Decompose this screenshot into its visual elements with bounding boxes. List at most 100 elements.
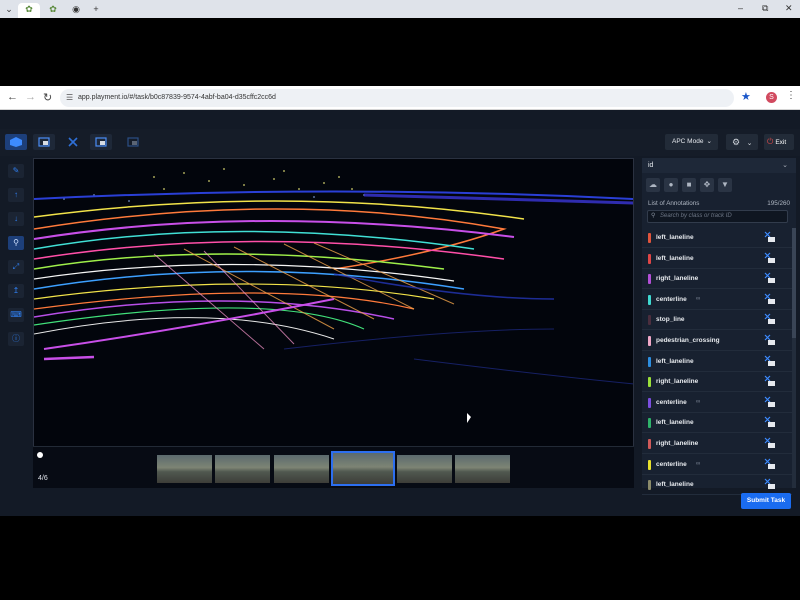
camera-thumbnail-selected[interactable] [331,451,395,486]
camera-thumbnail[interactable] [274,455,329,483]
pencil-tool-button[interactable]: ✎ [8,164,24,178]
annotation-label: left_laneline [656,357,694,365]
annotation-list-scrollbar[interactable] [792,228,796,488]
annotation-label: centerline [656,398,687,406]
track-2d-icon[interactable] [764,334,775,346]
annotation-search-input[interactable]: ⚲ Search by class or track ID [647,210,788,223]
annotation-list-item[interactable]: pedestrian_crossing [642,331,792,351]
search-placeholder: Search by class or track ID [660,213,732,219]
annotation-label: right_laneline [656,378,699,386]
tab-3-globe-icon[interactable]: ◉ [70,3,82,16]
app-root: APC Mode ⌄ ⚙ ⌄ ⏻ Exit ✎ ↑ ↓ ⚲ ⤢ ↥ ⌨ ⓘ 4/… [0,86,800,516]
tab-list-chevron-icon[interactable]: ⌄ [4,3,14,16]
annotation-label: left_laneline [656,234,694,241]
restore-icon[interactable]: ⧉ [762,3,768,14]
info-button[interactable]: ⓘ [8,332,24,346]
raise-tool-button[interactable]: ↥ [8,284,24,298]
track-2d-icon[interactable] [764,355,775,367]
close-window-icon[interactable]: ✕ [785,3,793,14]
power-icon: ⏻ [767,137,774,146]
filter-toolbar: ☁ ● ■ ✥ ▼ [642,174,796,198]
keyboard-icon: ⌨ [10,310,22,319]
move-up-tool-button[interactable]: ↑ [8,188,24,202]
class-color-swatch [648,233,651,243]
track-2d-icon[interactable] [764,458,775,470]
track-2d-icon[interactable] [764,437,775,449]
attribute-select[interactable]: id ⌄ [642,158,796,173]
track-2d-icon[interactable] [764,272,775,284]
track-2d-icon[interactable] [764,313,775,325]
annotation-label: left_laneline [656,481,694,489]
class-color-swatch [648,459,651,470]
track-2d-icon[interactable] [764,293,775,305]
settings-button[interactable]: ⚙ ⌄ [726,134,758,150]
camera-thumbnail[interactable] [455,455,510,483]
chevron-down-icon: ⌄ [782,162,788,169]
annotation-label: centerline [656,460,687,468]
minimize-icon[interactable]: – [738,3,743,13]
view-grid-button[interactable] [90,134,112,150]
pencil-icon: ✎ [12,166,20,175]
hide-icon[interactable]: ● [664,178,678,192]
track-2d-icon[interactable] [764,396,775,408]
camera-thumbnail[interactable] [157,455,212,483]
move-icon[interactable]: ✥ [700,178,714,192]
track-2d-icon[interactable] [764,231,775,243]
annotation-list-item[interactable]: centerline ∞ [642,290,792,310]
class-color-swatch [648,377,651,388]
annotation-list-item[interactable]: right_laneline [642,372,792,393]
view-alt-button[interactable] [122,134,144,150]
cloud-icon[interactable]: ☁ [646,178,660,192]
zoom-tool-button[interactable]: ⚲ [8,236,24,250]
view-2d-button[interactable] [33,134,55,150]
annotation-list-item[interactable]: stop_line [642,310,792,331]
annotation-list-item[interactable]: left_laneline [642,413,792,434]
new-tab-button[interactable]: + [90,3,102,16]
point-cloud-canvas[interactable] [33,158,634,488]
annotation-label: left_laneline [656,254,694,262]
annotation-list-item[interactable]: left_laneline [642,249,792,269]
annotation-label: stop_line [656,316,685,324]
square-icon[interactable]: ■ [682,178,696,192]
camera-thumbnail[interactable] [215,455,270,483]
track-2d-icon[interactable] [764,375,775,387]
annotation-label: centerline [656,295,687,303]
zoom-icon: ⚲ [13,238,19,247]
class-color-swatch [648,397,651,408]
class-color-swatch [648,315,651,326]
track-2d-icon[interactable] [764,252,775,264]
class-color-swatch [648,336,651,346]
annotation-label: pedestrian_crossing [656,337,720,344]
upload-icon: ↥ [12,286,20,295]
list-title: List of Annotations [648,200,700,207]
exit-label: Exit [775,139,787,146]
move-down-tool-button[interactable]: ↓ [8,212,24,226]
annotation-list-item[interactable]: right_laneline [642,269,792,290]
browser-tab-bar: ⌄ ✿ ✿ ◉ + – ⧉ ✕ [0,0,800,18]
lane-annotation-scene [34,168,633,385]
tab-2-favicon-icon[interactable]: ✿ [48,3,58,16]
gear-icon: ⚙ [732,137,741,147]
scrollbar-thumb[interactable] [792,228,796,338]
class-color-swatch [648,439,651,449]
annotation-list-item[interactable]: centerline ∞ [642,455,792,475]
close-view-button[interactable] [62,134,84,150]
chevron-down-icon: ⌄ [746,140,753,147]
fit-view-button[interactable]: ⤢ [8,260,24,274]
annotation-list-item[interactable]: centerline ∞ [642,393,792,413]
class-color-swatch [648,480,651,491]
annotation-list-item[interactable]: left_laneline [642,352,792,372]
annotation-list-item[interactable]: right_laneline [642,434,792,454]
camera-thumbnail[interactable] [397,455,452,483]
exit-button[interactable]: ⏻ Exit [764,134,794,150]
cube-view-button[interactable] [5,134,27,150]
track-2d-icon[interactable] [764,416,775,428]
filter-icon[interactable]: ▼ [718,178,732,192]
annotation-list-item[interactable]: left_laneline [642,228,792,248]
mode-select[interactable]: APC Mode ⌄ [665,134,718,150]
class-color-swatch [648,294,651,305]
track-2d-icon[interactable] [764,478,775,490]
keyboard-shortcuts-button[interactable]: ⌨ [8,308,24,322]
class-color-swatch [648,253,651,264]
submit-task-button[interactable]: Submit Task [741,493,791,509]
